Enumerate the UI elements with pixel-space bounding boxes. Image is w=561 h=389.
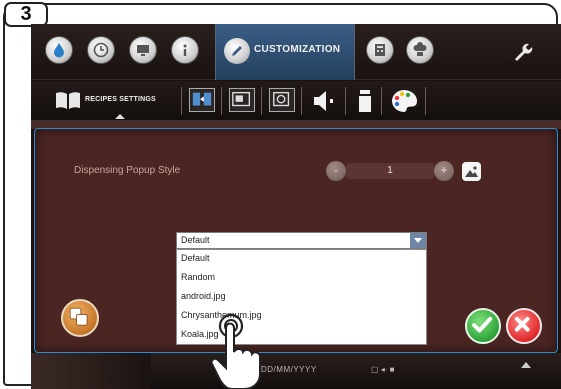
palette-icon[interactable] [389, 88, 419, 114]
tab-customization[interactable]: CUSTOMIZATION [215, 24, 355, 80]
monitor-icon[interactable] [129, 36, 157, 64]
copy-icon [69, 307, 88, 326]
dropdown-option[interactable]: android.jpg [181, 291, 226, 301]
recipe-sub-toolbar: RECIPES SETTINGS [31, 81, 561, 121]
increase-button[interactable]: + [434, 161, 454, 181]
recipes-settings-label: RECIPES SETTINGS [85, 96, 156, 103]
confirm-button[interactable] [465, 308, 501, 344]
divider [345, 87, 346, 115]
transfer-icon[interactable] [189, 88, 215, 112]
dispensing-popup-style-label: Dispensing Popup Style [74, 165, 181, 176]
book-icon [56, 92, 80, 109]
divider [181, 87, 182, 115]
checkmark-icon [472, 316, 493, 333]
footer-left-area [31, 353, 151, 389]
divider [381, 87, 382, 115]
close-icon [514, 316, 530, 332]
touch-hand-icon [210, 313, 261, 389]
divider [425, 87, 426, 115]
tab-recipes-settings[interactable]: RECIPES SETTINGS [55, 88, 180, 119]
divider [301, 87, 302, 115]
top-tab-bar: CUSTOMIZATION [31, 24, 561, 80]
divider [221, 87, 222, 115]
dropdown-option[interactable]: Default [181, 253, 210, 263]
tab-customization-label: CUSTOMIZATION [254, 44, 341, 55]
divider [261, 87, 262, 115]
dropdown-option[interactable]: Random [181, 272, 215, 282]
image-preview-icon[interactable] [462, 162, 481, 181]
status-footer: AM DD/MM/YYYY ▢ ◂· ■ [31, 353, 561, 389]
status-icons: ▢ ◂· ■ [371, 365, 395, 374]
chevron-up-icon[interactable] [521, 362, 531, 368]
decrease-button[interactable]: - [326, 161, 346, 181]
copy-button[interactable] [61, 299, 99, 337]
popup-style-value: 1 [346, 163, 434, 179]
slideshow-icon[interactable] [229, 88, 255, 112]
pen-icon [224, 38, 250, 64]
background-image-select[interactable]: Default [176, 232, 427, 249]
video-icon[interactable] [269, 88, 295, 112]
info-icon[interactable] [171, 36, 199, 64]
wrench-icon[interactable] [509, 38, 535, 64]
chevron-down-icon[interactable] [410, 233, 426, 248]
cup-icon[interactable] [357, 88, 373, 114]
device-screen: CUSTOMIZATION RECIPES SETTINGS Dispensin… [31, 24, 561, 389]
active-indicator [115, 114, 125, 119]
chef-hat-icon[interactable] [406, 36, 434, 64]
water-drop-icon[interactable] [45, 36, 73, 64]
calculator-icon[interactable] [366, 36, 394, 64]
volume-icon[interactable] [311, 88, 341, 114]
clock-icon[interactable] [87, 36, 115, 64]
selected-value: Default [181, 235, 210, 245]
cancel-button[interactable] [506, 308, 542, 344]
